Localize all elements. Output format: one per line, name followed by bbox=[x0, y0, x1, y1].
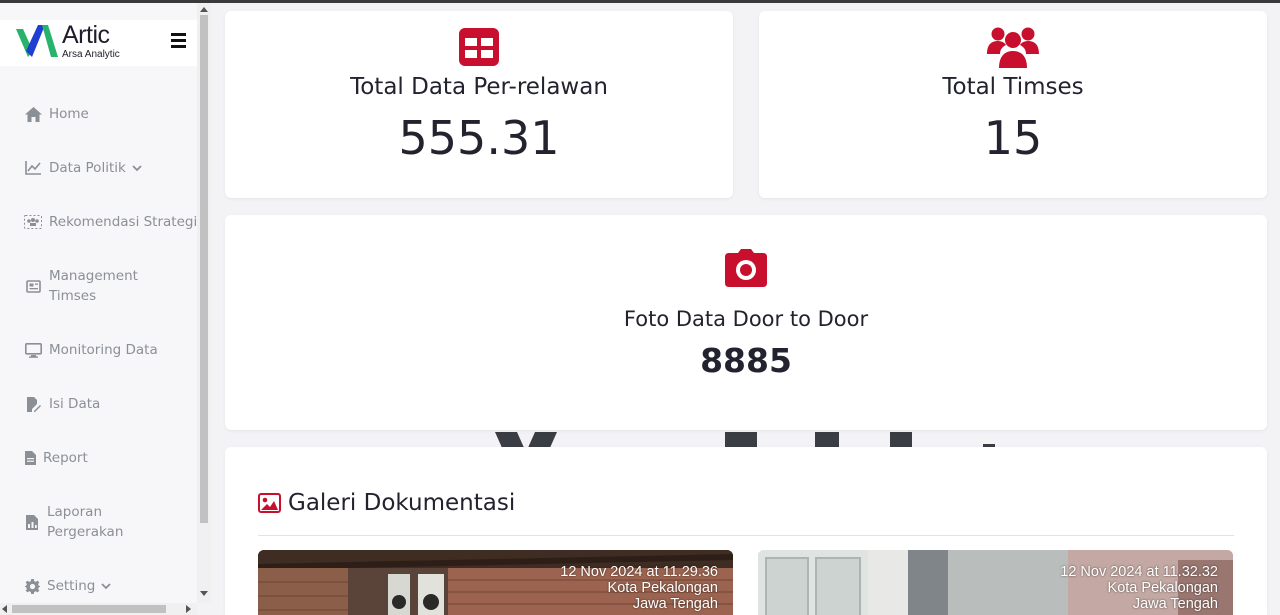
monitor-icon bbox=[24, 342, 42, 358]
gallery-title: Galeri Dokumentasi bbox=[258, 490, 515, 516]
photo-date: 12 Nov 2024 at 11.32.32 bbox=[1060, 564, 1218, 580]
sidebar-item-label: Setting bbox=[47, 578, 96, 594]
scroll-right-arrow-icon[interactable] bbox=[186, 605, 191, 613]
sidebar-item-label: Data Politik bbox=[49, 160, 126, 176]
sidebar-item-label: Home bbox=[49, 106, 89, 122]
sidebar-item-report[interactable]: Report bbox=[24, 448, 88, 468]
scroll-down-arrow-icon[interactable] bbox=[200, 591, 208, 596]
sidebar-item-label: Rekomendasi Strategi bbox=[49, 214, 197, 230]
sidebar-item-monitoring-data[interactable]: Monitoring Data bbox=[24, 340, 158, 360]
gallery-photo[interactable]: 12 Nov 2024 at 11.32.32 Kota Pekalongan … bbox=[758, 550, 1233, 615]
sidebar-item-laporan-pergerakan[interactable]: Laporan Pergerakan bbox=[24, 502, 167, 542]
file-icon bbox=[24, 450, 36, 466]
brand-header: Artic Arsa Analytic bbox=[0, 20, 197, 66]
photo-date: 12 Nov 2024 at 11.29.36 bbox=[560, 564, 718, 580]
stat-card-foto: Foto Data Door to Door 8885 bbox=[225, 215, 1267, 430]
photo-city: Kota Pekalongan bbox=[607, 580, 718, 596]
scrollbar-thumb[interactable] bbox=[200, 15, 208, 523]
gallery-photo[interactable]: 12 Nov 2024 at 11.29.36 Kota Pekalongan … bbox=[258, 550, 733, 615]
gear-icon bbox=[24, 578, 40, 594]
table-icon bbox=[459, 28, 499, 66]
sidebar-item-label: Isi Data bbox=[49, 396, 101, 412]
sidebar: Artic Arsa Analytic Home Data Politik Re… bbox=[0, 3, 197, 603]
stat-value: 555.31 bbox=[398, 111, 560, 165]
gallery-card: Galeri Dokumentasi 12 Nov 2024 at 11.29.… bbox=[225, 447, 1267, 615]
sidebar-item-label: Laporan Pergerakan bbox=[47, 504, 124, 540]
sidebar-item-label: Report bbox=[43, 450, 88, 466]
file-chart-icon bbox=[24, 514, 40, 530]
chevron-down-icon bbox=[101, 578, 111, 594]
photo-province: Jawa Tengah bbox=[1132, 596, 1218, 612]
sidebar-item-rekomendasi-strategi[interactable]: Rekomendasi Strategi bbox=[24, 212, 197, 232]
home-icon bbox=[24, 106, 42, 122]
gallery-title-text: Galeri Dokumentasi bbox=[288, 490, 516, 516]
stat-value: 15 bbox=[983, 111, 1043, 165]
sidebar-item-isi-data[interactable]: Isi Data bbox=[24, 394, 100, 414]
menu-toggle-icon[interactable] bbox=[171, 33, 186, 48]
sidebar-item-home[interactable]: Home bbox=[24, 104, 89, 124]
chevron-down-icon bbox=[132, 160, 142, 176]
photo-city: Kota Pekalongan bbox=[1107, 580, 1218, 596]
photo-caption: 12 Nov 2024 at 11.29.36 Kota Pekalongan … bbox=[560, 564, 718, 612]
stat-value: 8885 bbox=[700, 341, 792, 380]
camera-icon bbox=[725, 249, 767, 287]
users-group-icon bbox=[24, 214, 42, 230]
photo-province: Jawa Tengah bbox=[632, 596, 718, 612]
newspaper-icon bbox=[24, 278, 42, 294]
stat-title: Total Data Per-relawan bbox=[350, 74, 608, 100]
photo-caption: 12 Nov 2024 at 11.32.32 Kota Pekalongan … bbox=[1060, 564, 1218, 612]
stat-card-relawan: Total Data Per-relawan 555.31 bbox=[225, 11, 733, 198]
sidebar-item-label: Management Timses bbox=[49, 268, 138, 304]
scrollbar-thumb[interactable] bbox=[12, 605, 166, 613]
users-icon bbox=[987, 27, 1039, 68]
sidebar-vertical-scrollbar[interactable] bbox=[197, 3, 211, 603]
scroll-left-arrow-icon[interactable] bbox=[2, 605, 7, 613]
scroll-up-arrow-icon[interactable] bbox=[200, 7, 208, 12]
chart-line-icon bbox=[24, 160, 42, 176]
sidebar-item-label: Monitoring Data bbox=[49, 342, 158, 358]
stat-title: Total Timses bbox=[942, 74, 1084, 100]
stat-card-timses: Total Timses 15 bbox=[759, 11, 1267, 198]
stat-title: Foto Data Door to Door bbox=[623, 307, 869, 331]
image-icon bbox=[258, 493, 281, 513]
artic-logo-icon bbox=[16, 25, 58, 57]
sidebar-item-setting[interactable]: Setting bbox=[24, 576, 111, 596]
brand-title: Artic bbox=[62, 21, 110, 49]
brand-subtitle: Arsa Analytic bbox=[62, 49, 120, 60]
sidebar-horizontal-scrollbar[interactable] bbox=[0, 603, 197, 615]
edit-file-icon bbox=[24, 396, 42, 412]
sidebar-item-data-politik[interactable]: Data Politik bbox=[24, 158, 142, 178]
sidebar-item-management-timses[interactable]: Management Timses bbox=[24, 266, 169, 306]
divider bbox=[258, 535, 1234, 536]
